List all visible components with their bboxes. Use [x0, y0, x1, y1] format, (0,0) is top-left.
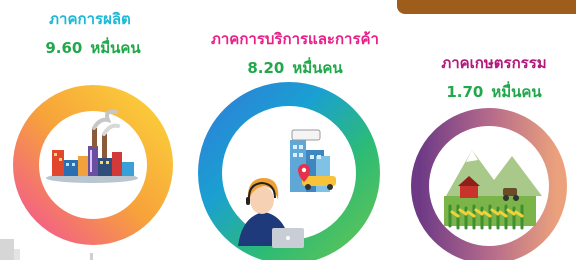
farm-icon	[444, 150, 542, 230]
call-center-city-icon	[238, 129, 336, 248]
sector-donut-infographic	[0, 82, 567, 260]
